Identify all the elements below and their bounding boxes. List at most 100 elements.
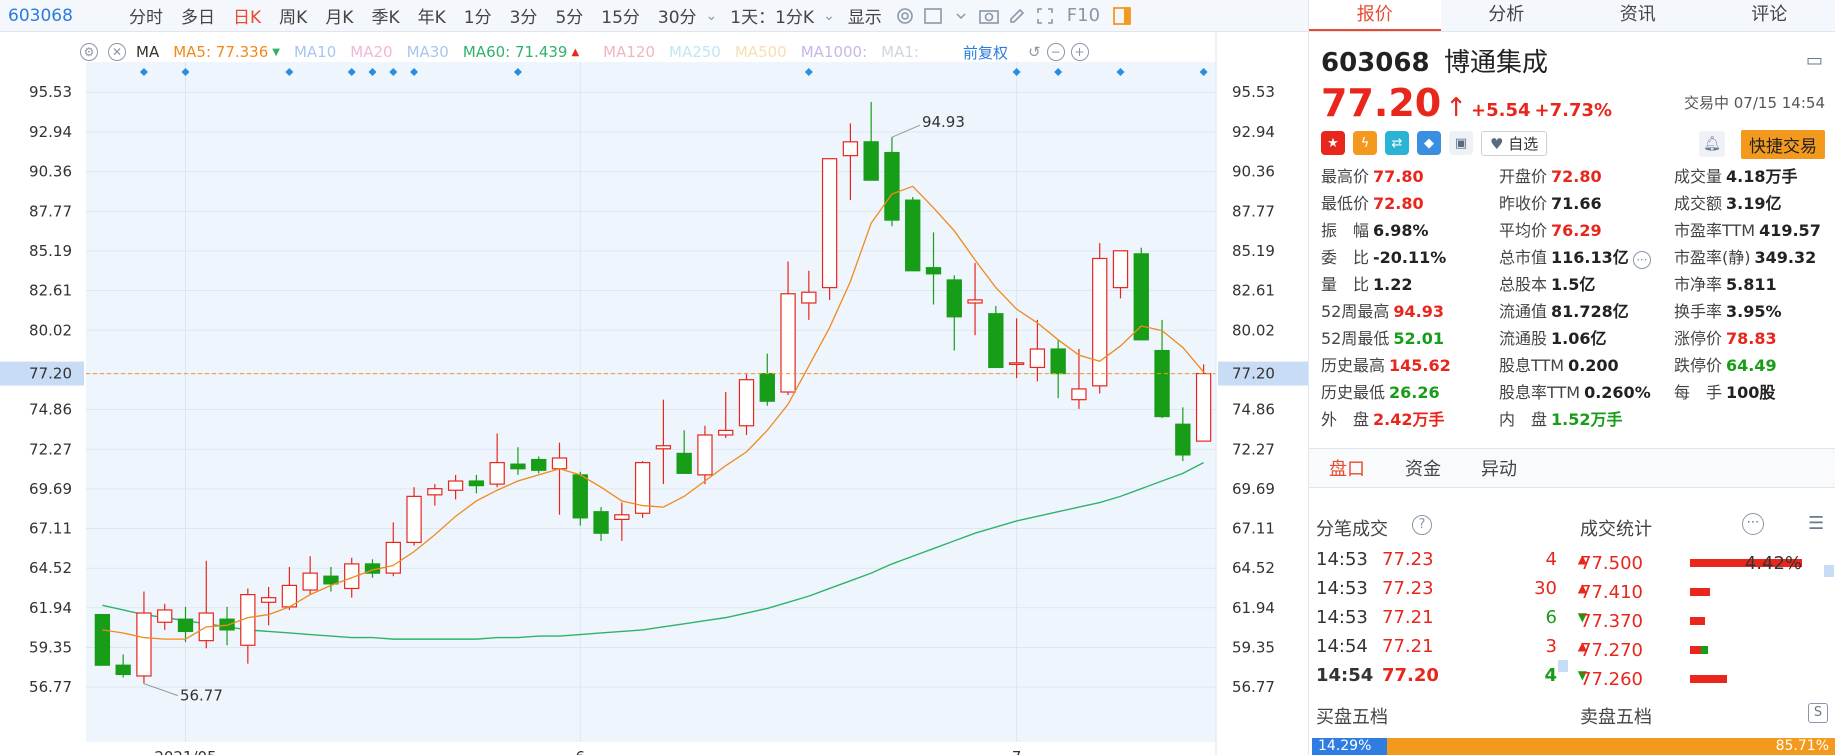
panel-toggle-icon[interactable] <box>1108 4 1136 28</box>
ma-label[interactable]: MA <box>136 43 159 61</box>
tab-analysis[interactable]: 分析 <box>1441 0 1573 31</box>
candle-body[interactable] <box>821 158 838 289</box>
period-tab[interactable]: 3分 <box>501 3 547 28</box>
ma250-label[interactable]: MA250 <box>669 43 721 61</box>
watchlist-button[interactable]: ♥ 自选 <box>1481 130 1548 156</box>
sidebar-toggle-icon[interactable]: ▭ <box>1806 50 1823 71</box>
candle-body[interactable] <box>551 457 568 470</box>
candle-body[interactable] <box>489 462 505 485</box>
fullscreen-icon[interactable] <box>1031 4 1059 28</box>
period-tab[interactable]: 周K <box>270 3 316 28</box>
gear-icon[interactable]: ⚙ <box>80 43 98 61</box>
period-tab[interactable]: 30分 <box>649 3 706 28</box>
tab-anomaly[interactable]: 异动 <box>1481 455 1517 481</box>
china-flag-icon[interactable]: ★ <box>1321 131 1345 155</box>
period-tab[interactable]: 1天：1分K <box>721 3 823 28</box>
candle-body[interactable] <box>468 480 485 487</box>
more-icon[interactable]: ⋯ <box>1632 251 1651 269</box>
candle-body[interactable] <box>884 151 900 221</box>
camera-icon[interactable] <box>975 4 1003 28</box>
candle-body[interactable] <box>593 511 609 534</box>
candle-body[interactable] <box>842 141 859 157</box>
tab-quote[interactable]: 报价 <box>1309 0 1441 31</box>
s-icon[interactable]: S <box>1808 703 1828 723</box>
ma10-label[interactable]: MA10 <box>294 43 336 61</box>
zoom-in-icon[interactable]: + <box>1070 43 1089 61</box>
candle-body[interactable] <box>718 429 734 436</box>
candle-body[interactable] <box>219 618 235 631</box>
bookmark-icon[interactable]: ▣ <box>1449 131 1473 155</box>
candle-body[interactable] <box>697 434 713 476</box>
candle-body[interactable] <box>614 514 630 520</box>
candle-body[interactable] <box>1154 349 1170 418</box>
candle-body[interactable] <box>572 474 588 519</box>
tag-icon[interactable]: ◆ <box>1417 131 1441 155</box>
candle-body[interactable] <box>925 267 942 275</box>
candle-body[interactable] <box>94 613 111 666</box>
ma30-label[interactable]: MA30 <box>407 43 449 61</box>
period-tab[interactable]: 15分 <box>592 3 649 28</box>
list-icon[interactable]: ☰ <box>1808 513 1824 534</box>
period-tab[interactable]: 年K <box>409 3 455 28</box>
candle-body[interactable] <box>905 199 921 272</box>
chevron-down-icon[interactable]: ⌄ <box>706 8 718 24</box>
quick-trade-button[interactable]: 快捷交易 <box>1741 130 1825 159</box>
scroll-marker[interactable] <box>1558 660 1568 672</box>
candle-body[interactable] <box>1175 423 1191 456</box>
candle-body[interactable] <box>988 313 1004 369</box>
candle-body[interactable] <box>447 480 464 491</box>
candle-body[interactable] <box>801 291 817 304</box>
adjust-button[interactable]: 前复权 <box>963 42 1008 63</box>
candle-body[interactable] <box>738 379 755 427</box>
period-tab[interactable]: 5分 <box>546 3 592 28</box>
candle-body[interactable] <box>1050 348 1066 375</box>
candle-body[interactable] <box>115 664 131 676</box>
tab-comments[interactable]: 评论 <box>1704 0 1835 31</box>
period-tab[interactable]: 日K <box>224 3 270 28</box>
ma1000-label[interactable]: MA1000: <box>801 43 867 61</box>
candle-body[interactable] <box>967 299 983 304</box>
candle-body[interactable] <box>136 612 152 677</box>
stock-code-label[interactable]: 603068 <box>0 6 120 26</box>
ma1-label[interactable]: MA1: <box>881 43 919 61</box>
close-icon[interactable]: ✕ <box>108 43 126 61</box>
kline-chart[interactable]: 95.53 95.53 92.94 92.94 90.36 90.36 87.77 87.77… <box>0 32 1308 755</box>
candle-body[interactable] <box>260 597 277 603</box>
period-tab[interactable]: 月K <box>316 3 362 28</box>
candle-body[interactable] <box>1071 388 1087 401</box>
ma120-label[interactable]: MA120 <box>603 43 655 61</box>
candle-body[interactable] <box>427 488 443 496</box>
layout-icon[interactable] <box>919 4 947 28</box>
period-tab[interactable]: 分时 <box>120 3 172 28</box>
candle-body[interactable] <box>780 293 796 393</box>
kline-svg[interactable]: 95.53 95.53 92.94 92.94 90.36 90.36 87.77 87.77… <box>0 32 1308 755</box>
candle-body[interactable] <box>1092 257 1108 387</box>
candle-body[interactable] <box>1029 348 1046 369</box>
ma5-dropdown-icon[interactable]: ▼ <box>272 47 280 58</box>
candle-body[interactable] <box>323 575 339 585</box>
more-icon[interactable]: ⋯ <box>1742 513 1764 535</box>
zoom-out-icon[interactable]: − <box>1046 43 1065 61</box>
bell-icon[interactable]: 🔔︎ <box>1699 131 1725 157</box>
candle-body[interactable] <box>946 279 962 318</box>
scrollbar-thumb[interactable] <box>1824 565 1834 577</box>
candle-body[interactable] <box>759 372 775 402</box>
period-tab[interactable]: 季K <box>362 3 408 28</box>
f10-button[interactable]: F10 <box>1059 5 1108 26</box>
period-tab[interactable]: 1分 <box>455 3 501 28</box>
period-tab[interactable]: 显示 <box>839 3 891 28</box>
candle-body[interactable] <box>1195 372 1212 442</box>
undo-icon[interactable]: ↺ <box>1028 43 1041 61</box>
pencil-icon[interactable] <box>1003 4 1031 28</box>
ma500-label[interactable]: MA500 <box>735 43 787 61</box>
candle-body[interactable] <box>655 445 672 450</box>
tab-capital[interactable]: 资金 <box>1405 455 1441 481</box>
chevron-down-icon[interactable]: ⌄ <box>823 8 835 24</box>
tab-orderbook[interactable]: 盘口 <box>1329 455 1365 481</box>
candle-body[interactable] <box>676 452 692 474</box>
candle-body[interactable] <box>863 141 879 181</box>
ma20-label[interactable]: MA20 <box>350 43 392 61</box>
lightning-icon[interactable]: ϟ <box>1353 131 1377 155</box>
settings-icon[interactable] <box>891 4 919 28</box>
period-tab[interactable]: 多日 <box>172 3 224 28</box>
